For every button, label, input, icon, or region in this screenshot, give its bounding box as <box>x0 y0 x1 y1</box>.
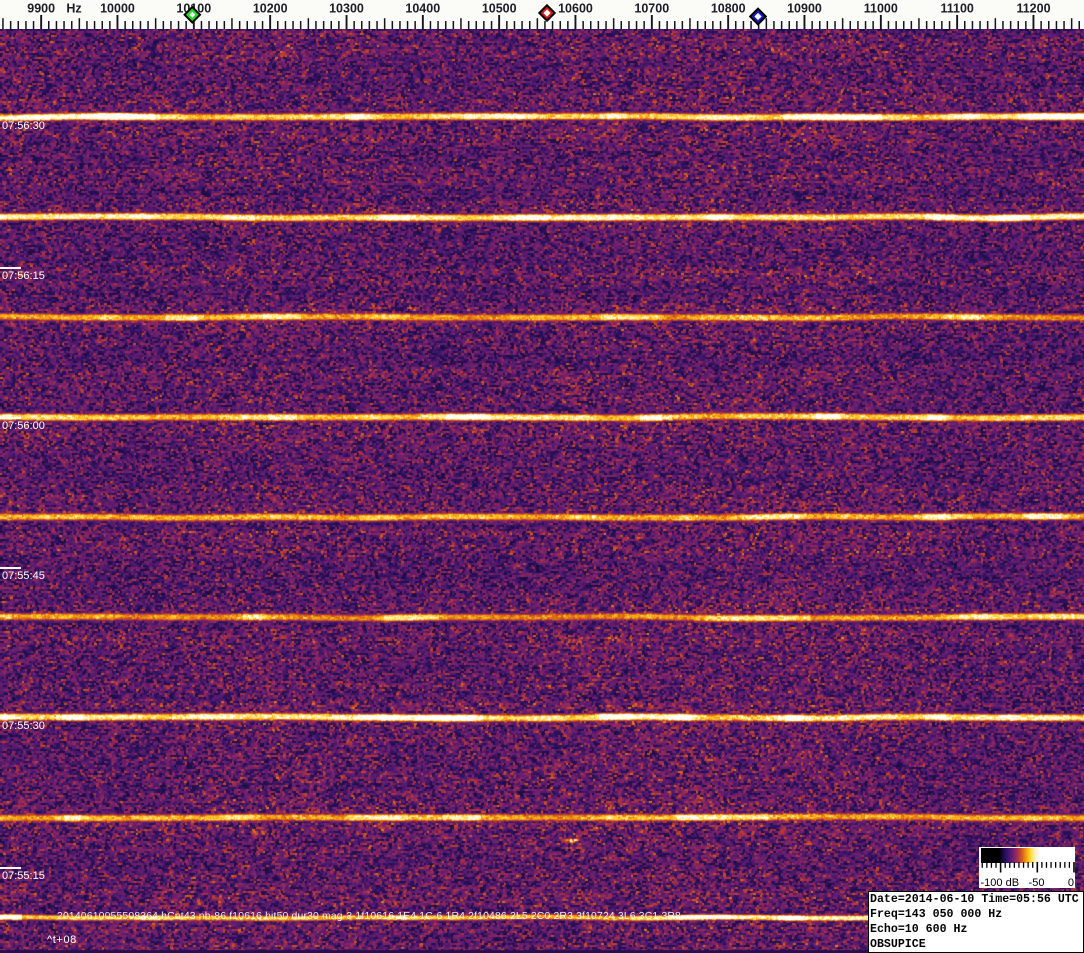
svg-text:10500: 10500 <box>482 2 517 16</box>
svg-text:10000: 10000 <box>100 2 135 16</box>
svg-text:10900: 10900 <box>787 2 822 16</box>
svg-text:-100 dB: -100 dB <box>981 876 1020 888</box>
svg-text:10300: 10300 <box>329 2 364 16</box>
svg-text:9900: 9900 <box>27 2 55 16</box>
svg-text:11100: 11100 <box>941 2 974 16</box>
svg-text:0: 0 <box>1068 876 1074 888</box>
svg-text:-50: -50 <box>1029 876 1045 888</box>
svg-text:10200: 10200 <box>253 2 288 16</box>
svg-text:10800: 10800 <box>711 2 746 16</box>
svg-text:Hz: Hz <box>66 2 81 16</box>
svg-text:11200: 11200 <box>1016 2 1050 16</box>
svg-text:10600: 10600 <box>558 2 593 16</box>
svg-text:11000: 11000 <box>864 2 898 16</box>
svg-text:10700: 10700 <box>634 2 669 16</box>
svg-text:10400: 10400 <box>405 2 440 16</box>
